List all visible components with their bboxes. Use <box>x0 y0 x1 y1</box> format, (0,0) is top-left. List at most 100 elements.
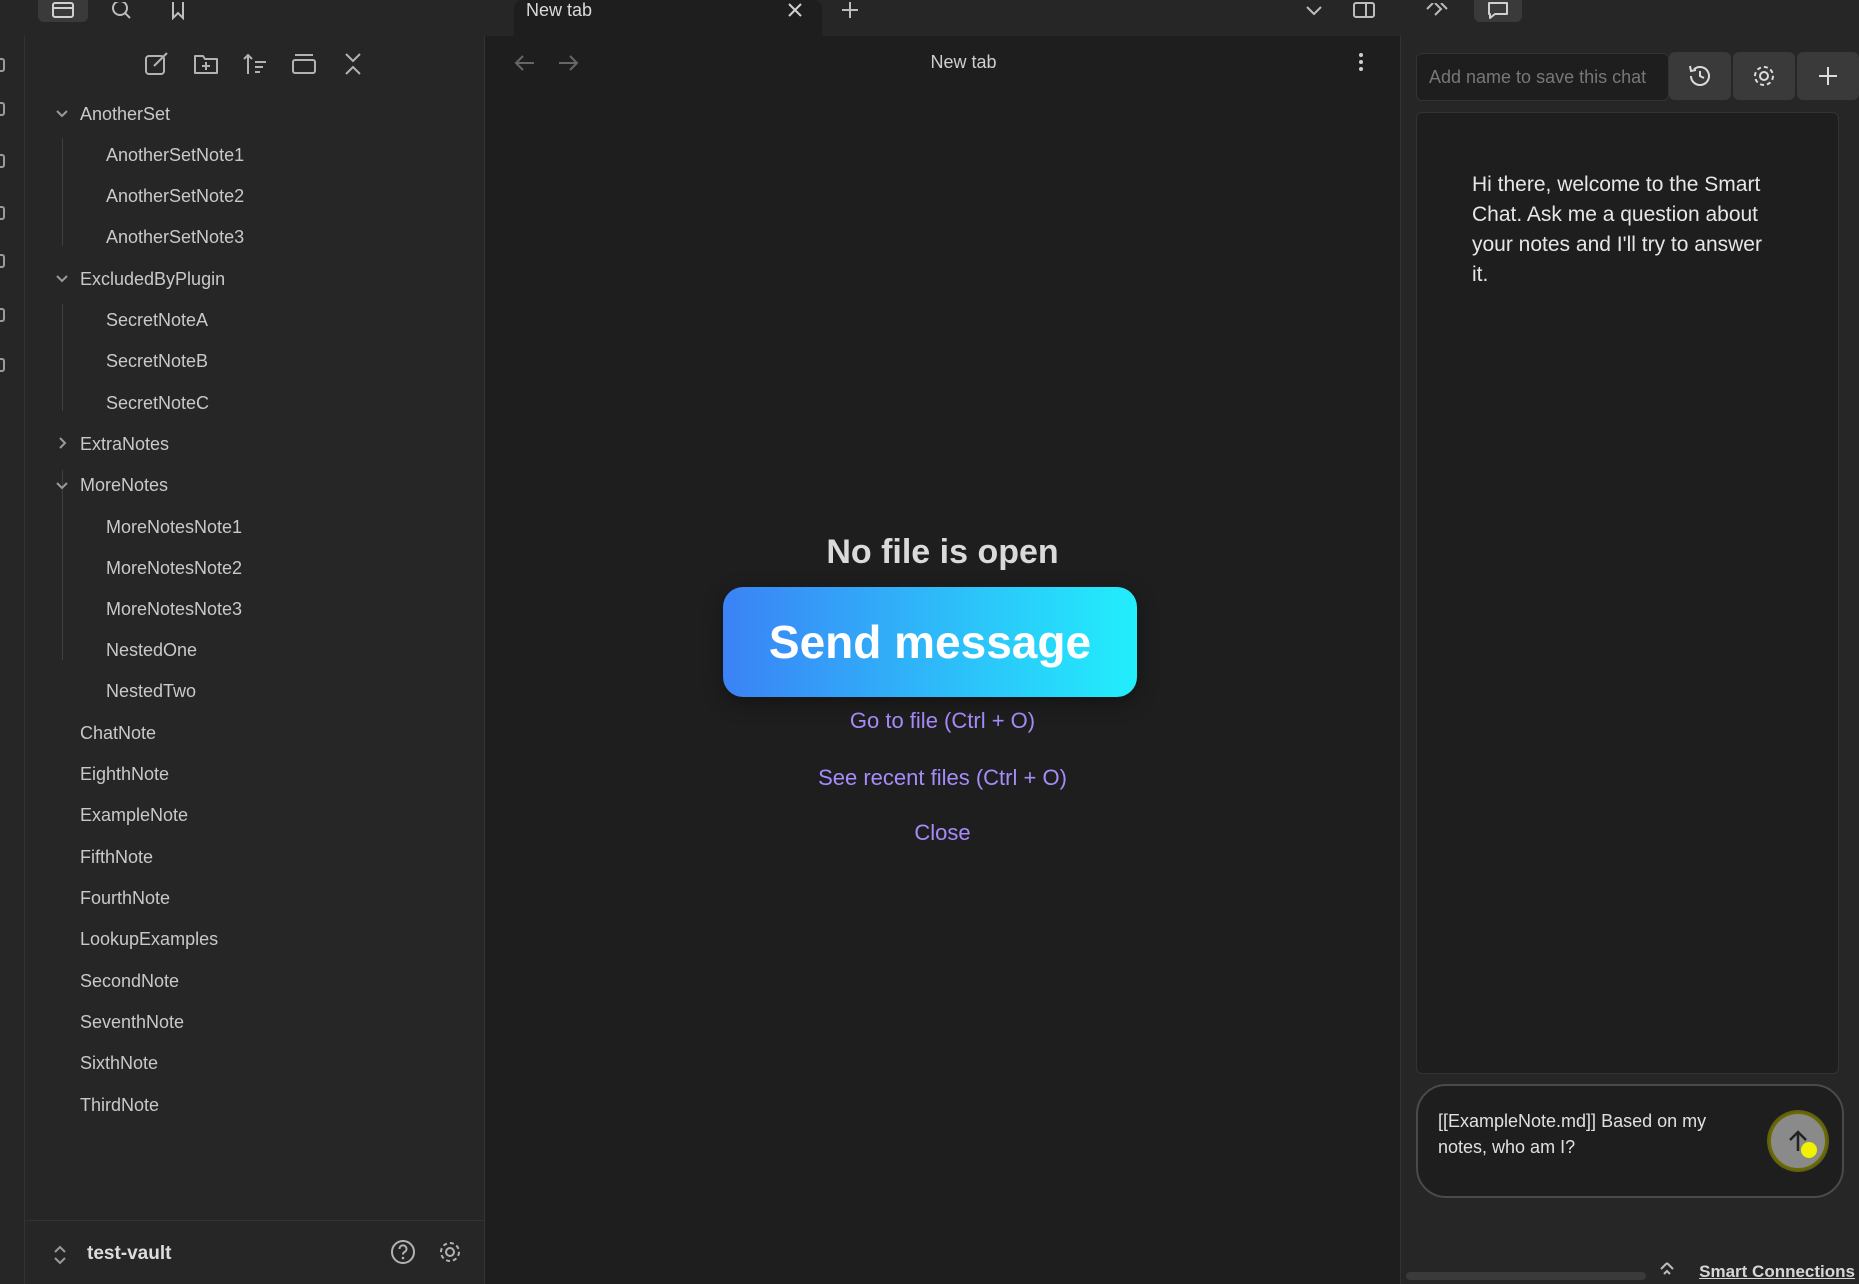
chevron-right-icon[interactable] <box>57 436 69 450</box>
file-explorer-toolbar <box>25 36 485 96</box>
right-sidebar-toggle-button[interactable] <box>1350 0 1378 22</box>
file-morenotesnote1[interactable]: MoreNotesNote1 <box>106 512 242 542</box>
right-sidebar-icon <box>1352 2 1376 20</box>
chevron-down-icon[interactable] <box>55 108 69 120</box>
tab-title: New tab <box>526 0 593 20</box>
search-button[interactable] <box>106 0 136 22</box>
recent-files-link[interactable]: See recent files (Ctrl + O) <box>485 765 1400 791</box>
new-note-button[interactable] <box>143 50 171 78</box>
file-morenotesnote3[interactable]: MoreNotesNote3 <box>106 594 242 624</box>
chat-view-button[interactable] <box>1474 0 1522 22</box>
smart-connections-icon[interactable] <box>1658 1260 1676 1278</box>
file-explorer: AnotherSet AnotherSetNote1 AnotherSetNot… <box>25 36 485 1284</box>
send-button[interactable] <box>1769 1112 1827 1170</box>
horizontal-scrollbar[interactable] <box>1406 1272 1646 1280</box>
ribbon-icon[interactable] <box>0 154 5 168</box>
new-tab-button[interactable] <box>836 0 864 22</box>
auto-reveal-button[interactable] <box>290 50 318 78</box>
tree-guide-line <box>62 304 63 411</box>
chevron-down-icon[interactable] <box>55 273 69 285</box>
file-secretnotec[interactable]: SecretNoteC <box>106 388 209 418</box>
vault-name[interactable]: test-vault <box>87 1243 171 1265</box>
search-icon <box>110 2 132 20</box>
chat-input[interactable]: [[ExampleNote.md]] Based on my notes, wh… <box>1416 1084 1844 1198</box>
file-fifthnote[interactable]: FifthNote <box>80 842 153 872</box>
new-chat-button[interactable] <box>1797 52 1859 100</box>
history-icon <box>1687 63 1713 89</box>
ribbon-icon[interactable] <box>0 102 5 116</box>
file-chatnote[interactable]: ChatNote <box>80 718 156 748</box>
file-lookupexamples[interactable]: LookupExamples <box>80 924 218 954</box>
chat-name-input[interactable]: Add name to save this chat <box>1416 53 1669 101</box>
gear-icon[interactable] <box>437 1239 463 1265</box>
bookmarks-button[interactable] <box>164 0 192 22</box>
close-tab-icon[interactable] <box>787 2 803 18</box>
mouse-cursor-indicator <box>1801 1142 1817 1158</box>
gear-icon <box>1751 63 1777 89</box>
collapse-all-button[interactable] <box>339 50 367 78</box>
file-sixthnote[interactable]: SixthNote <box>80 1048 158 1078</box>
plus-icon <box>1817 65 1839 87</box>
ribbon-icon[interactable] <box>0 206 5 220</box>
tree-item-label: SecretNoteC <box>106 392 210 413</box>
file-anothersetnote2[interactable]: AnotherSetNote2 <box>106 181 244 211</box>
tree-guide-line <box>62 470 63 660</box>
tab-new-tab[interactable]: New tab <box>514 0 822 36</box>
tab-list-button[interactable] <box>1302 0 1326 22</box>
smart-connections-label[interactable]: Smart Connections <box>1699 1262 1855 1282</box>
tree-item-label: MoreNotesNote3 <box>106 598 243 619</box>
ribbon-icon[interactable] <box>0 58 5 72</box>
chat-bubble-icon <box>1487 2 1509 20</box>
tree-item-label: AnotherSetNote2 <box>106 185 245 206</box>
file-fourthnote[interactable]: FourthNote <box>80 883 170 913</box>
vault-switcher-bar: test-vault <box>25 1220 485 1284</box>
chevron-down-icon[interactable] <box>55 480 69 492</box>
folder-anotherset[interactable]: AnotherSet <box>80 99 170 129</box>
more-options-icon[interactable] <box>1357 52 1365 72</box>
folder-excludedbyplugin[interactable]: ExcludedByPlugin <box>80 264 225 294</box>
ribbon-icon[interactable] <box>0 254 5 268</box>
sort-button[interactable] <box>241 50 269 78</box>
empty-state-title: No file is open <box>826 533 1059 571</box>
file-seventhnote[interactable]: SeventhNote <box>80 1007 184 1037</box>
tree-item-label: LookupExamples <box>80 928 219 949</box>
file-thirdnote[interactable]: ThirdNote <box>80 1090 159 1120</box>
chat-settings-button[interactable] <box>1733 52 1795 100</box>
links-view-button[interactable] <box>1424 0 1452 22</box>
file-morenotesnote2[interactable]: MoreNotesNote2 <box>106 553 242 583</box>
sidebar-toggle-button[interactable] <box>38 0 88 22</box>
tree-item-label: SecretNoteB <box>106 350 209 371</box>
tree-item-label: ExcludedByPlugin <box>80 268 226 289</box>
tree-item-label: SixthNote <box>80 1052 159 1073</box>
help-icon[interactable] <box>390 1239 416 1265</box>
folder-morenotes[interactable]: MoreNotes <box>80 470 168 500</box>
sort-icon <box>242 52 268 76</box>
reveal-file-icon <box>291 52 317 76</box>
file-examplenote[interactable]: ExampleNote <box>80 800 188 830</box>
ribbon-icon[interactable] <box>0 308 5 322</box>
tree-item-label: NestedTwo <box>106 680 197 701</box>
close-link[interactable]: Close <box>485 820 1400 846</box>
tree-item-label: ExtraNotes <box>80 433 170 454</box>
tree-item-label: MoreNotes <box>80 474 169 495</box>
chat-input-text[interactable]: [[ExampleNote.md]] Based on my notes, wh… <box>1438 1108 1758 1160</box>
file-anothersetnote1[interactable]: AnotherSetNote1 <box>106 140 244 170</box>
file-eighthnote[interactable]: EighthNote <box>80 759 169 789</box>
new-folder-button[interactable] <box>192 50 220 78</box>
tree-item-label: SecretNoteA <box>106 309 209 330</box>
folder-plus-icon <box>193 52 219 76</box>
file-nestedtwo[interactable]: NestedTwo <box>106 676 196 706</box>
file-secondnote[interactable]: SecondNote <box>80 966 179 996</box>
folder-extranotes[interactable]: ExtraNotes <box>80 429 169 459</box>
file-nestedone[interactable]: NestedOne <box>106 635 197 665</box>
vault-switch-icon[interactable] <box>53 1245 67 1265</box>
tree-item-label: EighthNote <box>80 763 170 784</box>
status-bar: Smart Connections <box>1400 1258 1859 1284</box>
file-secretnoteb[interactable]: SecretNoteB <box>106 346 208 376</box>
chat-history-button[interactable] <box>1669 52 1731 100</box>
file-anothersetnote3[interactable]: AnotherSetNote3 <box>106 222 244 252</box>
file-secretnotea[interactable]: SecretNoteA <box>106 305 208 335</box>
go-to-file-link[interactable]: Go to file (Ctrl + O) <box>485 708 1400 734</box>
sidebar-layout-icon <box>51 2 75 20</box>
ribbon-icon[interactable] <box>0 358 5 372</box>
